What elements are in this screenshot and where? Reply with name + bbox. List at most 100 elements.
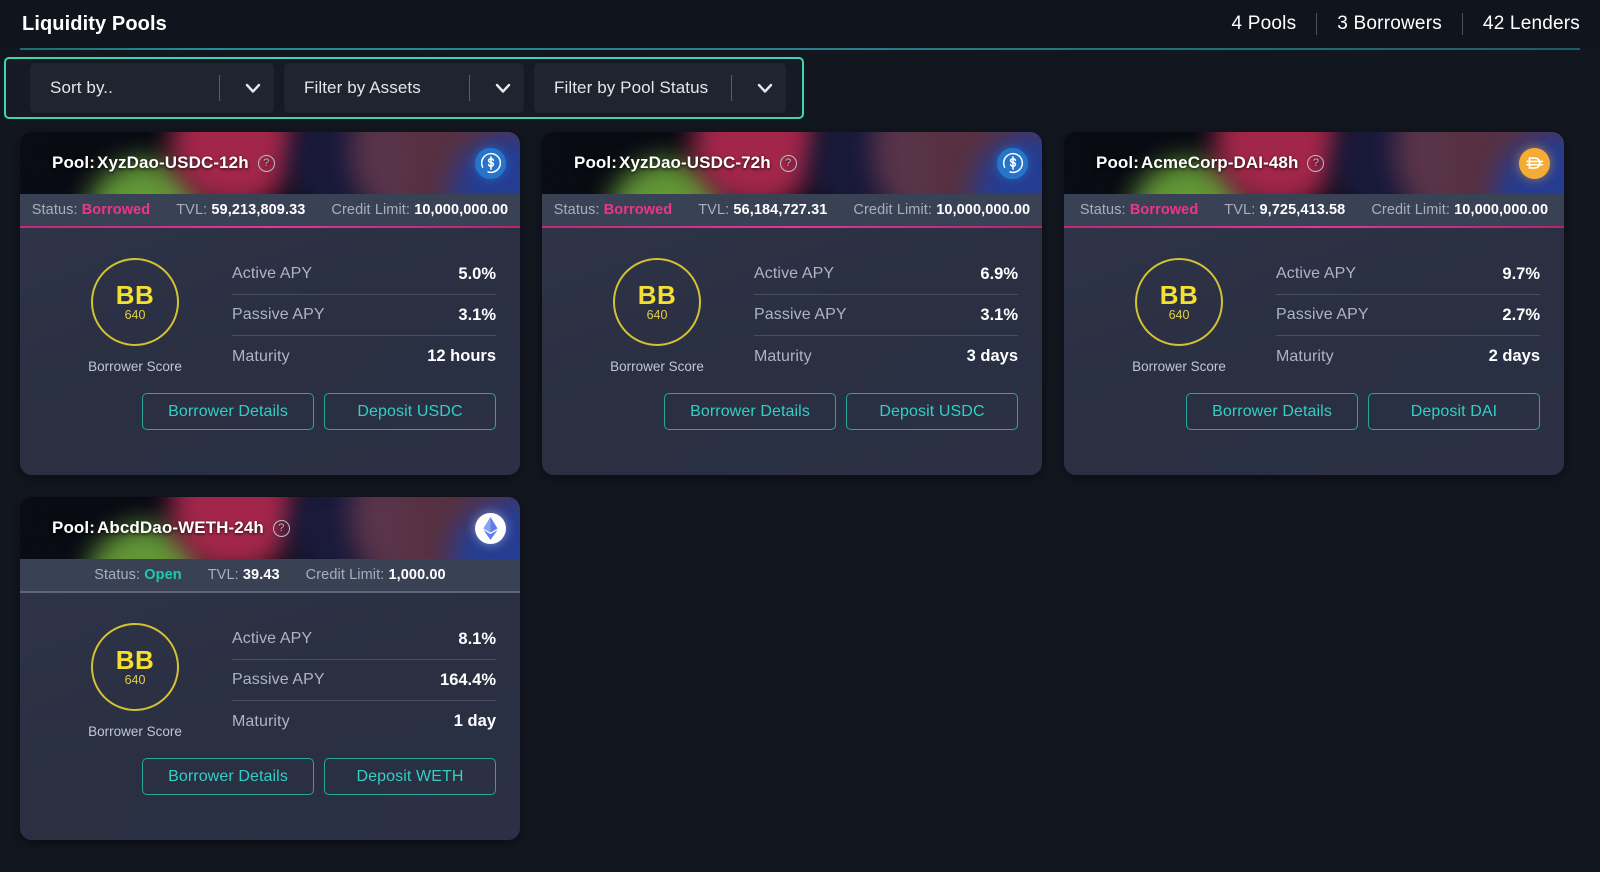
filter-bar: Sort by.. Filter by Assets Filter by Poo… xyxy=(0,57,1600,119)
pool-title-prefix: Pool: xyxy=(574,153,617,172)
chevron-down-icon[interactable] xyxy=(236,83,270,94)
borrower-details-button[interactable]: Borrower Details xyxy=(142,393,314,430)
metric-maturity: Maturity 12 hours xyxy=(232,336,496,377)
pool-title: Pool: XyzDao-USDC-12h? xyxy=(52,153,275,173)
score-value: 640 xyxy=(124,673,146,688)
borrower-details-button[interactable]: Borrower Details xyxy=(142,758,314,795)
chevron-down-icon[interactable] xyxy=(486,83,520,94)
pool-title: Pool: AbcdDao-WETH-24h? xyxy=(52,518,290,538)
eth-icon xyxy=(475,512,506,544)
help-icon[interactable]: ? xyxy=(1307,154,1325,172)
status-label: Status: xyxy=(31,202,82,218)
metrics-list: Active APY 6.9% Passive APY 3.1% Maturity 3 d… xyxy=(754,250,1018,377)
pool-title-name: XyzDao-USDC-12h xyxy=(97,153,249,172)
sort-by-dropdown[interactable]: Sort by.. xyxy=(30,63,274,113)
borrower-score-label: Borrower Score xyxy=(610,359,704,374)
credit-limit-label: Credit Limit: xyxy=(331,202,415,218)
help-icon[interactable]: ? xyxy=(272,519,290,537)
status-field: Status: Open xyxy=(94,567,181,583)
status-badge: Borrowed xyxy=(81,202,151,218)
tvl-value: 9,725,413.58 xyxy=(1259,202,1346,218)
borrower-score-label: Borrower Score xyxy=(88,359,182,374)
metric-maturity: Maturity 3 days xyxy=(754,336,1018,377)
credit-limit-label: Credit Limit: xyxy=(1371,202,1455,218)
card-banner: Pool: XyzDao-USDC-12h? xyxy=(20,132,520,194)
chevron-down-icon[interactable] xyxy=(748,83,782,94)
credit-limit-value: 10,000,000.00 xyxy=(1454,202,1549,218)
pool-title: Pool: XyzDao-USDC-72h? xyxy=(574,153,797,173)
score-value: 640 xyxy=(646,308,668,323)
deposit-button[interactable]: Deposit USDC xyxy=(324,393,496,430)
credit-limit-value: 10,000,000.00 xyxy=(936,202,1031,218)
credit-limit-field: Credit Limit: 10,000,000.00 xyxy=(1371,202,1548,218)
score-grade: BB xyxy=(637,280,677,311)
metric-label: Passive APY xyxy=(754,306,847,323)
borrower-details-button[interactable]: Borrower Details xyxy=(664,393,836,430)
card-body: BB 640 Borrower Score Active APY 5.0% Passive… xyxy=(20,228,520,475)
pool-title-prefix: Pool: xyxy=(52,153,95,172)
metric-value: 2 days xyxy=(1488,347,1540,365)
metric-maturity: Maturity 2 days xyxy=(1276,336,1540,377)
filter-by-assets-dropdown[interactable]: Filter by Assets xyxy=(284,63,524,113)
tvl-field: TVL: 59,213,809.33 xyxy=(176,202,305,218)
metrics-list: Active APY 9.7% Passive APY 2.7% Maturity 2 d… xyxy=(1276,250,1540,377)
metric-label: Active APY xyxy=(232,265,313,282)
filter-by-pool-status-label: Filter by Pool Status xyxy=(554,78,709,97)
card-body: BB 640 Borrower Score Active APY 8.1% Passive… xyxy=(20,593,520,840)
card-banner: Pool: AbcdDao-WETH-24h? xyxy=(20,497,520,559)
metric-value: 5.0% xyxy=(458,264,496,283)
filter-by-assets-label: Filter by Assets xyxy=(304,78,421,97)
metric-label: Active APY xyxy=(232,630,313,647)
score-value: 640 xyxy=(1168,308,1190,323)
metric-value: 3 days xyxy=(966,347,1018,365)
metric-label: Active APY xyxy=(1276,265,1357,282)
metric-label: Maturity xyxy=(1276,347,1334,365)
help-icon[interactable]: ? xyxy=(257,154,275,172)
borrower-score-label: Borrower Score xyxy=(88,724,182,739)
page-title: Liquidity Pools xyxy=(22,12,167,35)
credit-limit-value: 10,000,000.00 xyxy=(414,202,509,218)
card-banner: Pool: AcmeCorp-DAI-48h? xyxy=(1064,132,1564,194)
status-label: Status: xyxy=(553,202,604,218)
metric-passive-apy: Passive APY 3.1% xyxy=(232,295,496,336)
score-grade: BB xyxy=(115,645,155,676)
deposit-button[interactable]: Deposit DAI xyxy=(1368,393,1540,430)
filter-by-pool-status-dropdown[interactable]: Filter by Pool Status xyxy=(534,63,786,113)
stat-lenders: 42 Lenders xyxy=(1482,13,1580,34)
score-grade: BB xyxy=(115,280,155,311)
pool-card: Pool: XyzDao-USDC-12h? Status: Borrowed TV… xyxy=(20,132,520,475)
metrics-list: Active APY 8.1% Passive APY 164.4% Maturity 1… xyxy=(232,615,496,742)
stat-pools: 4 Pools xyxy=(1231,13,1297,34)
status-label: Status: xyxy=(1079,202,1130,218)
metric-label: Maturity xyxy=(232,712,290,730)
metric-active-apy: Active APY 6.9% xyxy=(754,254,1018,295)
header-underline xyxy=(20,48,1580,50)
pool-title-name: AbcdDao-WETH-24h xyxy=(97,518,264,537)
metric-label: Maturity xyxy=(232,347,290,365)
dropdown-separator xyxy=(469,75,470,101)
dropdown-separator xyxy=(219,75,220,101)
pool-title-name: AcmeCorp-DAI-48h xyxy=(1141,153,1299,172)
stat-borrowers: 3 Borrowers xyxy=(1337,13,1442,34)
metric-label: Maturity xyxy=(754,347,812,365)
metrics-list: Active APY 5.0% Passive APY 3.1% Maturity 12 … xyxy=(232,250,496,377)
tvl-value: 59,213,809.33 xyxy=(211,202,306,218)
borrower-details-button[interactable]: Borrower Details xyxy=(1186,393,1358,430)
borrower-score-block: BB 640 Borrower Score xyxy=(44,250,226,377)
metric-value: 6.9% xyxy=(980,264,1018,283)
tvl-field: TVL: 39.43 xyxy=(208,567,280,583)
metric-value: 3.1% xyxy=(980,305,1018,324)
tvl-value: 39.43 xyxy=(242,567,280,583)
score-grade: BB xyxy=(1159,280,1199,311)
card-actions: Borrower Details Deposit DAI xyxy=(1088,377,1540,430)
metric-value: 164.4% xyxy=(440,670,496,689)
metric-value: 12 hours xyxy=(427,347,496,365)
help-icon[interactable]: ? xyxy=(779,154,797,172)
credit-limit-label: Credit Limit: xyxy=(853,202,937,218)
borrower-score-block: BB 640 Borrower Score xyxy=(44,615,226,742)
deposit-button[interactable]: Deposit WETH xyxy=(324,758,496,795)
deposit-button[interactable]: Deposit USDC xyxy=(846,393,1018,430)
dropdown-separator xyxy=(731,75,732,101)
card-actions: Borrower Details Deposit USDC xyxy=(44,377,496,430)
tvl-value: 56,184,727.31 xyxy=(733,202,828,218)
